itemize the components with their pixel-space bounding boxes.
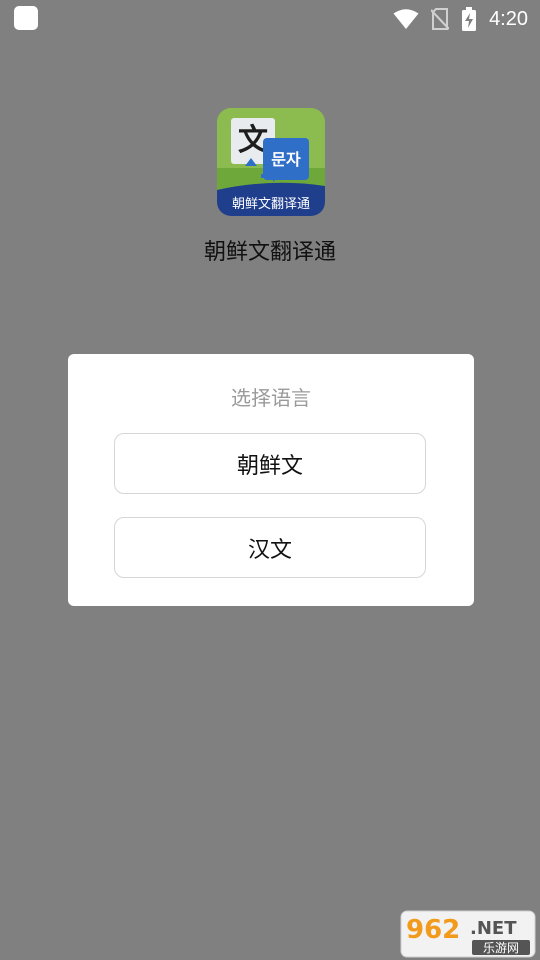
korean-language-button[interactable]: 朝鲜文 xyxy=(114,433,426,494)
korean-language-label: 朝鲜文 xyxy=(236,453,303,479)
status-icons: 4:20 xyxy=(393,4,528,34)
chinese-language-label: 汉文 xyxy=(247,537,292,563)
status-time: 4:20 xyxy=(489,7,528,30)
logo-banner-text: 朝鲜文翻译通 xyxy=(232,197,310,212)
status-bar: 4:20 xyxy=(0,0,540,38)
chinese-language-button[interactable]: 汉文 xyxy=(114,517,426,578)
language-dialog: 选择语言 朝鲜文 汉文 xyxy=(68,354,474,606)
no-sim-icon xyxy=(431,8,450,30)
wifi-icon xyxy=(393,9,419,29)
watermark-brand-suffix: .NET xyxy=(470,918,517,939)
dialog-title: 选择语言 xyxy=(231,386,311,410)
logo-korean-glyph: 문자 xyxy=(271,150,301,169)
watermark-brand-sub: 乐游网 xyxy=(483,941,519,955)
app-name: 朝鲜文翻译通 xyxy=(203,240,336,265)
app-logo-icon: 文 문자 朝鲜文翻译通 xyxy=(217,108,325,216)
battery-charging-icon xyxy=(462,7,477,31)
watermark-brand-main: 962 xyxy=(406,915,460,945)
site-watermark-logo: 962 .NET 乐游网 xyxy=(400,910,536,958)
app-notification-icon xyxy=(14,6,38,30)
